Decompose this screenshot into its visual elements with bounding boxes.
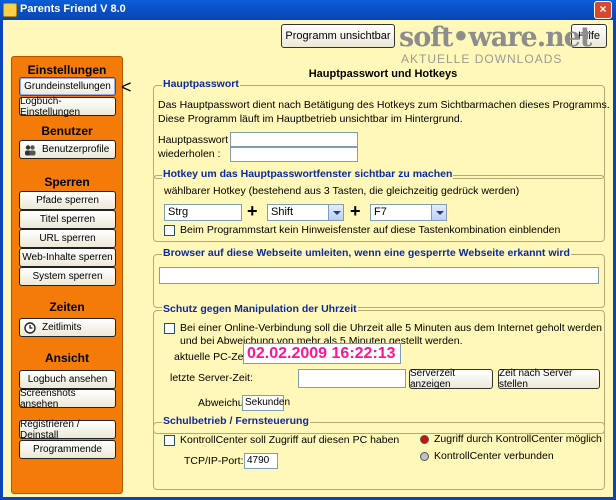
sidebar-item-screenshots-ansehen[interactable]: Screenshots ansehen [19, 388, 116, 410]
school-mode-legend: Schulbetrieb / Fernsteuerung [162, 415, 310, 427]
sidebar-item-grundeinstellungen[interactable]: Grundeinstellungen [19, 77, 116, 96]
main-window: Programm unsichtbar Hilfe soft•ware.net … [0, 20, 616, 500]
sidebar-item-system-sperren[interactable]: System sperren [19, 267, 116, 286]
deviation-field: Sekunden [242, 395, 290, 411]
set-server-time-button[interactable]: Zeit nach Server stellen [498, 368, 600, 390]
redirect-url-field[interactable] [159, 267, 599, 284]
password-repeat-field[interactable] [230, 147, 358, 162]
password-description-2: Diese Programm läuft im Hauptbetrieb uns… [158, 113, 463, 125]
watermark-subtitle: AKTUELLE DOWNLOADS [401, 52, 563, 66]
sidebar-item-programmende[interactable]: Programmende [19, 440, 116, 459]
port-label: TCP/IP-Port: [184, 455, 244, 467]
section-zeiten: Zeiten [49, 300, 85, 314]
password-legend: Hauptpasswort [162, 78, 240, 90]
password-description-1: Das Hauptpasswort dient nach Betätigung … [158, 99, 610, 111]
app-icon [3, 3, 17, 17]
redirect-legend: Browser auf diese Webseite umleiten, wen… [162, 247, 571, 259]
hotkey-group: Hotkey um das Hauptpasswortfenster sicht… [153, 168, 605, 242]
access-status-indicator [420, 435, 429, 444]
pc-time-display: 02.02.2009 16:22:13 [243, 343, 401, 364]
hide-program-button[interactable]: Programm unsichtbar [281, 24, 395, 48]
watermark-title: soft•ware.net [399, 22, 592, 53]
selection-arrow: < [121, 77, 132, 97]
chevron-down-icon[interactable] [328, 205, 343, 220]
school-mode-group: Schulbetrieb / Fernsteuerung KontrollCen… [153, 415, 605, 490]
hotkey-key1-field[interactable]: Strg [164, 204, 242, 221]
hotkey-key2-select[interactable]: Shift [267, 204, 344, 221]
watermark-logo: soft•ware.net AKTUELLE DOWNLOADS [399, 22, 615, 70]
plus-sign: + [350, 201, 361, 221]
sidebar-item-titel-sperren[interactable]: Titel sperren [19, 210, 116, 229]
hotkey-key3-value: F7 [374, 206, 387, 218]
sidebar-item-benutzerprofile[interactable]: Benutzerprofile [19, 140, 116, 159]
password-repeat-label: wiederholen : [158, 148, 221, 160]
section-benutzer: Benutzer [41, 124, 93, 138]
sidebar-item-url-sperren[interactable]: URL sperren [19, 229, 116, 248]
chevron-down-icon[interactable] [431, 205, 446, 220]
close-button[interactable]: × [594, 1, 612, 19]
section-ansicht: Ansicht [44, 351, 89, 365]
sidebar-item-zeitlimits[interactable]: Zeitlimits [19, 318, 116, 337]
sidebar: Einstellungen Grundeinstellungen Logbuch… [11, 56, 123, 494]
online-time-checkbox[interactable] [164, 323, 175, 334]
sidebar-item-web-inhalte-sperren[interactable]: Web-Inhalte sperren [19, 248, 116, 267]
sidebar-item-label: Zeitlimits [42, 322, 82, 333]
show-server-time-button[interactable]: Serverzeit anzeigen [409, 368, 493, 390]
online-time-label-1: Bei einer Online-Verbindung soll die Uhr… [180, 322, 602, 334]
control-center-label: KontrollCenter soll Zugriff auf diesen P… [180, 434, 400, 446]
password-group: Hauptpasswort Das Hauptpasswort dient na… [153, 78, 610, 179]
control-center-checkbox[interactable] [164, 435, 175, 446]
title-bar: Parents Friend V 8.0 × [0, 0, 616, 20]
hotkey-legend: Hotkey um das Hauptpasswortfenster sicht… [162, 168, 454, 180]
plus-sign: + [247, 201, 258, 221]
hotkey-key2-value: Shift [271, 206, 294, 218]
hotkey-key3-select[interactable]: F7 [370, 204, 447, 221]
section-einstellungen: Einstellungen [27, 63, 107, 77]
port-field[interactable]: 4790 [244, 453, 278, 469]
connected-status-label: KontrollCenter verbunden [434, 450, 554, 462]
hint-checkbox[interactable] [164, 225, 175, 236]
users-icon [25, 144, 36, 155]
sidebar-item-registrieren[interactable]: Registrieren / Deinstall [19, 419, 116, 441]
sidebar-item-logbuch-einstellungen[interactable]: Logbuch-Einstellungen [19, 96, 116, 118]
sidebar-item-label: Benutzerprofile [42, 144, 110, 155]
password-field[interactable] [230, 132, 358, 147]
hotkey-description: wählbarer Hotkey (bestehend aus 3 Tasten… [164, 185, 520, 197]
connected-status-indicator [420, 452, 429, 461]
server-time-label: letzte Server-Zeit: [170, 372, 253, 384]
access-status-label: Zugriff durch KontrollCenter möglich [434, 433, 602, 445]
sidebar-item-logbuch-ansehen[interactable]: Logbuch ansehen [19, 370, 116, 389]
redirect-group: Browser auf diese Webseite umleiten, wen… [153, 247, 605, 308]
section-sperren: Sperren [44, 175, 90, 189]
hint-checkbox-label: Beim Programmstart kein Hinweisfenster a… [180, 224, 561, 236]
time-protection-legend: Schutz gegen Manipulation der Uhrzeit [162, 303, 358, 315]
server-time-field[interactable] [298, 369, 406, 388]
password-label: Hauptpasswort : [158, 134, 234, 146]
sidebar-item-pfade-sperren[interactable]: Pfade sperren [19, 191, 116, 210]
window-title: Parents Friend V 8.0 [20, 3, 126, 15]
clock-icon [24, 321, 36, 334]
pc-time-label: aktuelle PC-Zeit: [174, 351, 252, 363]
